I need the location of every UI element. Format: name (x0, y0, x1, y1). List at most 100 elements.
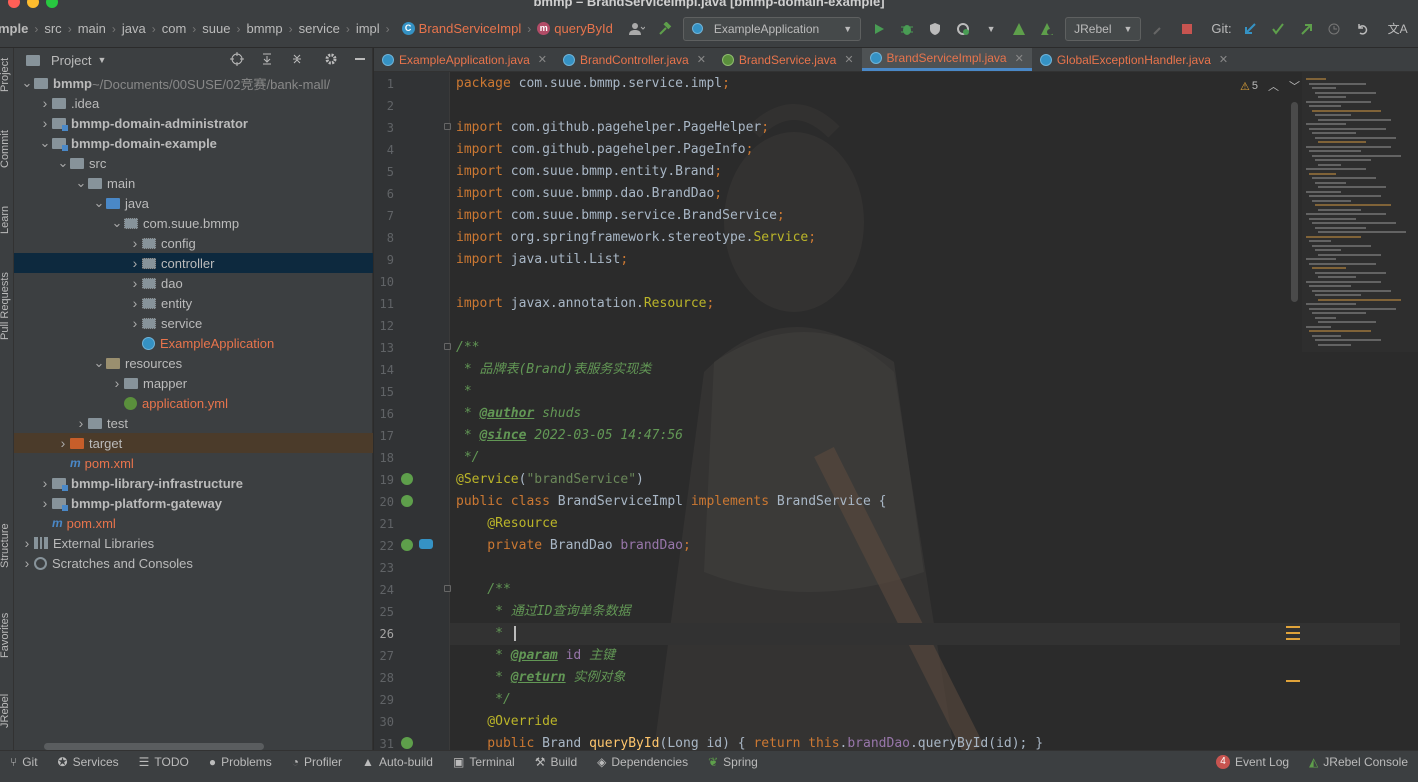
project-tree-item[interactable]: › bmmp-library-infrastructure (14, 473, 373, 493)
jrebel-bean-icon[interactable] (419, 539, 433, 549)
line-number[interactable]: 22 (374, 535, 394, 557)
build-tool-button[interactable]: ⚒ Build (525, 755, 587, 769)
chevron-right-icon[interactable]: › (20, 535, 34, 551)
profiler-tool-button[interactable]: ◔ Profiler (282, 755, 352, 769)
breadcrumb-item[interactable]: com (162, 21, 187, 36)
git-tool-button[interactable]: ⑂ Git (0, 755, 48, 769)
code-line[interactable]: import com.github.pagehelper.PageHelper; (456, 117, 769, 139)
line-number[interactable]: 4 (374, 139, 394, 161)
chevron-right-icon[interactable]: › (38, 475, 52, 491)
breadcrumb-item[interactable]: src (44, 21, 61, 36)
git-update-icon[interactable] (1240, 19, 1260, 39)
gear-icon[interactable] (324, 52, 338, 69)
jrebel-console-button[interactable]: ◭ JRebel Console (1299, 755, 1418, 769)
problems-tool-button[interactable]: ● Problems (199, 755, 282, 769)
line-number[interactable]: 17 (374, 425, 394, 447)
previous-highlight-icon[interactable]: ︿ (1268, 78, 1279, 94)
chevron-down-icon[interactable]: ⌄ (92, 196, 106, 209)
project-tree-item[interactable]: application.yml (14, 393, 373, 413)
code-line[interactable]: * (456, 381, 472, 403)
code-line[interactable]: * (456, 623, 503, 645)
project-tree-item[interactable]: › config (14, 233, 373, 253)
change-marker[interactable] (1286, 680, 1300, 682)
breadcrumb-item[interactable]: mple (0, 21, 28, 36)
tool-window-project[interactable]: Project (0, 58, 11, 92)
chevron-right-icon[interactable]: › (110, 375, 124, 391)
chevron-down-icon[interactable]: ⌄ (56, 156, 70, 169)
chevron-right-icon[interactable]: › (128, 235, 142, 251)
code-line[interactable]: */ (456, 689, 511, 711)
project-tree-item[interactable]: › test (14, 413, 373, 433)
code-line[interactable]: * @param id 主键 (456, 645, 615, 667)
code-line[interactable]: /** (456, 579, 511, 601)
line-number[interactable]: 27 (374, 645, 394, 667)
chevron-right-icon[interactable]: › (128, 275, 142, 291)
chevron-right-icon[interactable]: › (128, 255, 142, 271)
breadcrumb-item[interactable]: main (78, 21, 106, 36)
tool-window-commit[interactable]: Commit (0, 130, 11, 168)
rollback-icon[interactable] (1352, 19, 1372, 39)
project-tree-item[interactable]: › service (14, 313, 373, 333)
line-number[interactable]: 31 (374, 733, 394, 750)
jrebel-select[interactable]: JRebel ▼ (1065, 16, 1142, 41)
line-number[interactable]: 30 (374, 711, 394, 733)
code-line[interactable]: @Override (456, 711, 557, 733)
line-number[interactable]: 2 (374, 95, 394, 117)
code-line[interactable]: import com.suue.bmmp.dao.BrandDao; (456, 183, 722, 205)
code-line[interactable]: @Resource (456, 513, 557, 535)
breadcrumb-item[interactable]: impl (356, 21, 380, 36)
code-line[interactable]: import javax.annotation.Resource; (456, 293, 714, 315)
jrebel-debug-icon[interactable] (1037, 19, 1057, 39)
next-highlight-icon[interactable]: ﹀ (1289, 78, 1300, 94)
services-tool-button[interactable]: ✪ Services (48, 755, 129, 769)
collapse-all-icon[interactable] (290, 52, 304, 69)
project-tree-item[interactable]: › target (14, 433, 373, 453)
history-icon[interactable] (1324, 19, 1344, 39)
breadcrumb-item[interactable]: service (299, 21, 340, 36)
project-tree-item[interactable]: › mapper (14, 373, 373, 393)
translate-icon[interactable]: 文A (1388, 19, 1408, 39)
code-line[interactable]: public Brand queryById(Long id) { return… (456, 733, 1043, 750)
stop-icon[interactable] (1177, 19, 1197, 39)
project-tree-item[interactable]: ⌄ com.suue.bmmp (14, 213, 373, 233)
code-line[interactable]: @Service("brandService") (456, 469, 644, 491)
line-number[interactable]: 7 (374, 205, 394, 227)
change-marker[interactable] (1286, 626, 1300, 628)
chevron-right-icon[interactable]: › (38, 95, 52, 111)
line-number[interactable]: 21 (374, 513, 394, 535)
project-tree-item[interactable]: ExampleApplication (14, 333, 373, 353)
line-number[interactable]: 20 (374, 491, 394, 513)
editor-tab[interactable]: BrandController.java ✕ (555, 48, 714, 71)
code-line[interactable]: * 通过ID查询单条数据 (456, 601, 630, 623)
line-number[interactable]: 15 (374, 381, 394, 403)
chevron-right-icon[interactable]: › (128, 315, 142, 331)
line-number[interactable]: 26 (374, 623, 394, 645)
close-tab-icon[interactable]: ✕ (538, 53, 547, 66)
code-area[interactable]: package com.suue.bmmp.service.impl; impor… (456, 72, 1286, 750)
run-configuration-select[interactable]: ExampleApplication ▼ (682, 16, 862, 41)
chevron-down-icon[interactable]: ▼ (97, 55, 106, 65)
editor-tab[interactable]: BrandService.java ✕ (714, 48, 862, 71)
build-hammer-icon[interactable] (655, 19, 675, 39)
code-line[interactable]: * 品牌表(Brand)表服务实现类 (456, 359, 651, 381)
spring-bean-icon[interactable] (401, 495, 413, 507)
code-line[interactable]: * @author shuds (456, 403, 581, 425)
project-tree-item[interactable]: ⌄ resources (14, 353, 373, 373)
project-tree-item[interactable]: ⌄ src (14, 153, 373, 173)
tool-window-pull-requests[interactable]: Pull Requests (0, 272, 11, 340)
todo-tool-button[interactable]: ☰ TODO (129, 755, 199, 769)
tool-window-jrebel[interactable]: JRebel (0, 694, 11, 728)
code-line[interactable]: package com.suue.bmmp.service.impl; (456, 73, 730, 95)
code-line[interactable]: import java.util.List; (456, 249, 628, 271)
code-line[interactable]: import com.suue.bmmp.service.BrandServic… (456, 205, 785, 227)
line-number[interactable]: 19 (374, 469, 394, 491)
project-tree-item[interactable]: › controller (14, 253, 373, 273)
project-tree-item[interactable]: › .idea (14, 93, 373, 113)
tool-window-favorites[interactable]: Favorites (0, 613, 11, 658)
close-tab-icon[interactable]: ✕ (1015, 52, 1024, 65)
close-tab-icon[interactable]: ✕ (697, 53, 706, 66)
project-tree-item[interactable]: › entity (14, 293, 373, 313)
spring-bean-icon[interactable] (401, 473, 413, 485)
auto-build-tool-button[interactable]: ▲ Auto-build (352, 755, 443, 769)
chevron-right-icon[interactable]: › (74, 415, 88, 431)
